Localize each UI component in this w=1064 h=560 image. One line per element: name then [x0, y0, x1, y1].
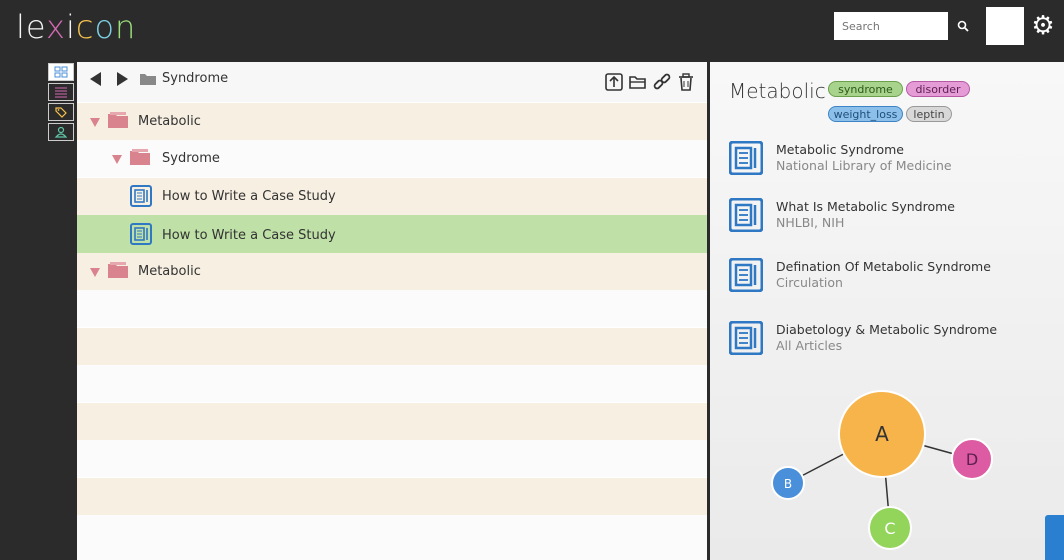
document-icon	[729, 258, 763, 292]
tree-row[interactable]: Metabolic	[77, 253, 707, 290]
tree-row[interactable]: How to Write a Case Study	[77, 178, 707, 215]
reference-title: What Is Metabolic Syndrome	[776, 199, 955, 214]
reference-item[interactable]: What Is Metabolic Syndrome NHLBI, NIH	[729, 198, 1049, 238]
reference-title: Metabolic Syndrome	[776, 142, 904, 157]
open-folder-icon[interactable]	[628, 72, 648, 92]
link-icon[interactable]	[652, 72, 672, 92]
reference-source: All Articles	[776, 338, 843, 353]
reference-source: Circulation	[776, 275, 843, 290]
reference-source: National Library of Medicine	[776, 158, 952, 173]
document-icon	[130, 223, 152, 245]
empty-row	[77, 403, 707, 440]
graph-node-b[interactable]: B	[771, 466, 805, 500]
grid-view-icon[interactable]	[48, 63, 74, 81]
reference-title: Defination Of Metabolic Syndrome	[776, 259, 991, 274]
search-input[interactable]	[834, 12, 948, 40]
avatar[interactable]	[986, 7, 1024, 45]
list-view-icon[interactable]	[48, 83, 74, 101]
node-label-a: A	[875, 422, 889, 446]
person-icon[interactable]	[48, 123, 74, 141]
forward-arrow-icon[interactable]	[113, 70, 131, 88]
trash-icon[interactable]	[676, 72, 696, 92]
folder-icon	[108, 112, 128, 128]
tag-leptin[interactable]: leptin	[906, 106, 952, 122]
reference-item[interactable]: Defination Of Metabolic Syndrome Circula…	[729, 258, 1049, 298]
tree-item-label: How to Write a Case Study	[162, 189, 336, 204]
tree-item-label: How to Write a Case Study	[162, 228, 336, 243]
tag-icon[interactable]	[48, 103, 74, 121]
breadcrumb[interactable]: Syndrome	[162, 71, 228, 86]
folder-icon	[130, 149, 150, 165]
tag-disorder[interactable]: disorder	[906, 81, 970, 97]
detail-title: Metabolic	[729, 79, 826, 103]
tag-weight-loss[interactable]: weight_loss	[828, 106, 903, 122]
node-label-b: B	[784, 477, 792, 491]
expand-triangle-icon[interactable]	[90, 268, 100, 277]
upload-icon[interactable]	[604, 72, 624, 92]
graph-node-d[interactable]: D	[951, 438, 993, 480]
expand-triangle-icon[interactable]	[112, 155, 122, 164]
graph-node-a[interactable]: A	[838, 390, 926, 478]
tree-item-label: Metabolic	[138, 114, 201, 129]
empty-row	[77, 440, 707, 477]
node-label-c: C	[884, 519, 895, 538]
empty-row	[77, 365, 707, 402]
graph-node-c[interactable]: C	[868, 506, 912, 550]
document-icon	[729, 321, 763, 355]
view-toolbar	[48, 63, 76, 143]
empty-row	[77, 290, 707, 327]
reference-item[interactable]: Metabolic Syndrome National Library of M…	[729, 141, 1049, 181]
reference-source: NHLBI, NIH	[776, 215, 845, 230]
document-icon	[729, 141, 763, 175]
feedback-tab[interactable]	[1045, 515, 1064, 560]
expand-triangle-icon[interactable]	[90, 118, 100, 127]
empty-row	[77, 478, 707, 515]
back-arrow-icon[interactable]	[87, 70, 105, 88]
tree-row-selected[interactable]: How to Write a Case Study	[77, 215, 707, 253]
reference-title: Diabetology & Metabolic Syndrome	[776, 322, 998, 337]
folder-icon	[140, 74, 156, 85]
file-actions	[604, 72, 696, 92]
document-icon	[130, 185, 152, 207]
search-icon[interactable]	[950, 12, 976, 40]
reference-item[interactable]: Diabetology & Metabolic Syndrome All Art…	[729, 321, 1049, 361]
tag-syndrome[interactable]: syndrome	[828, 81, 903, 97]
tree-row[interactable]: Sydrome	[77, 140, 707, 177]
empty-row	[77, 328, 707, 365]
tree-item-label: Metabolic	[138, 264, 201, 279]
tree-row[interactable]: Metabolic	[77, 103, 707, 140]
relationship-graph: A B C D	[771, 390, 993, 550]
node-label-d: D	[966, 450, 978, 469]
gear-icon[interactable]: ⚙	[1030, 13, 1056, 39]
empty-row	[77, 515, 707, 560]
app-logo[interactable]: lexicon	[16, 8, 136, 46]
document-icon	[729, 198, 763, 232]
folder-icon	[108, 262, 128, 278]
tree-item-label: Sydrome	[162, 151, 220, 166]
